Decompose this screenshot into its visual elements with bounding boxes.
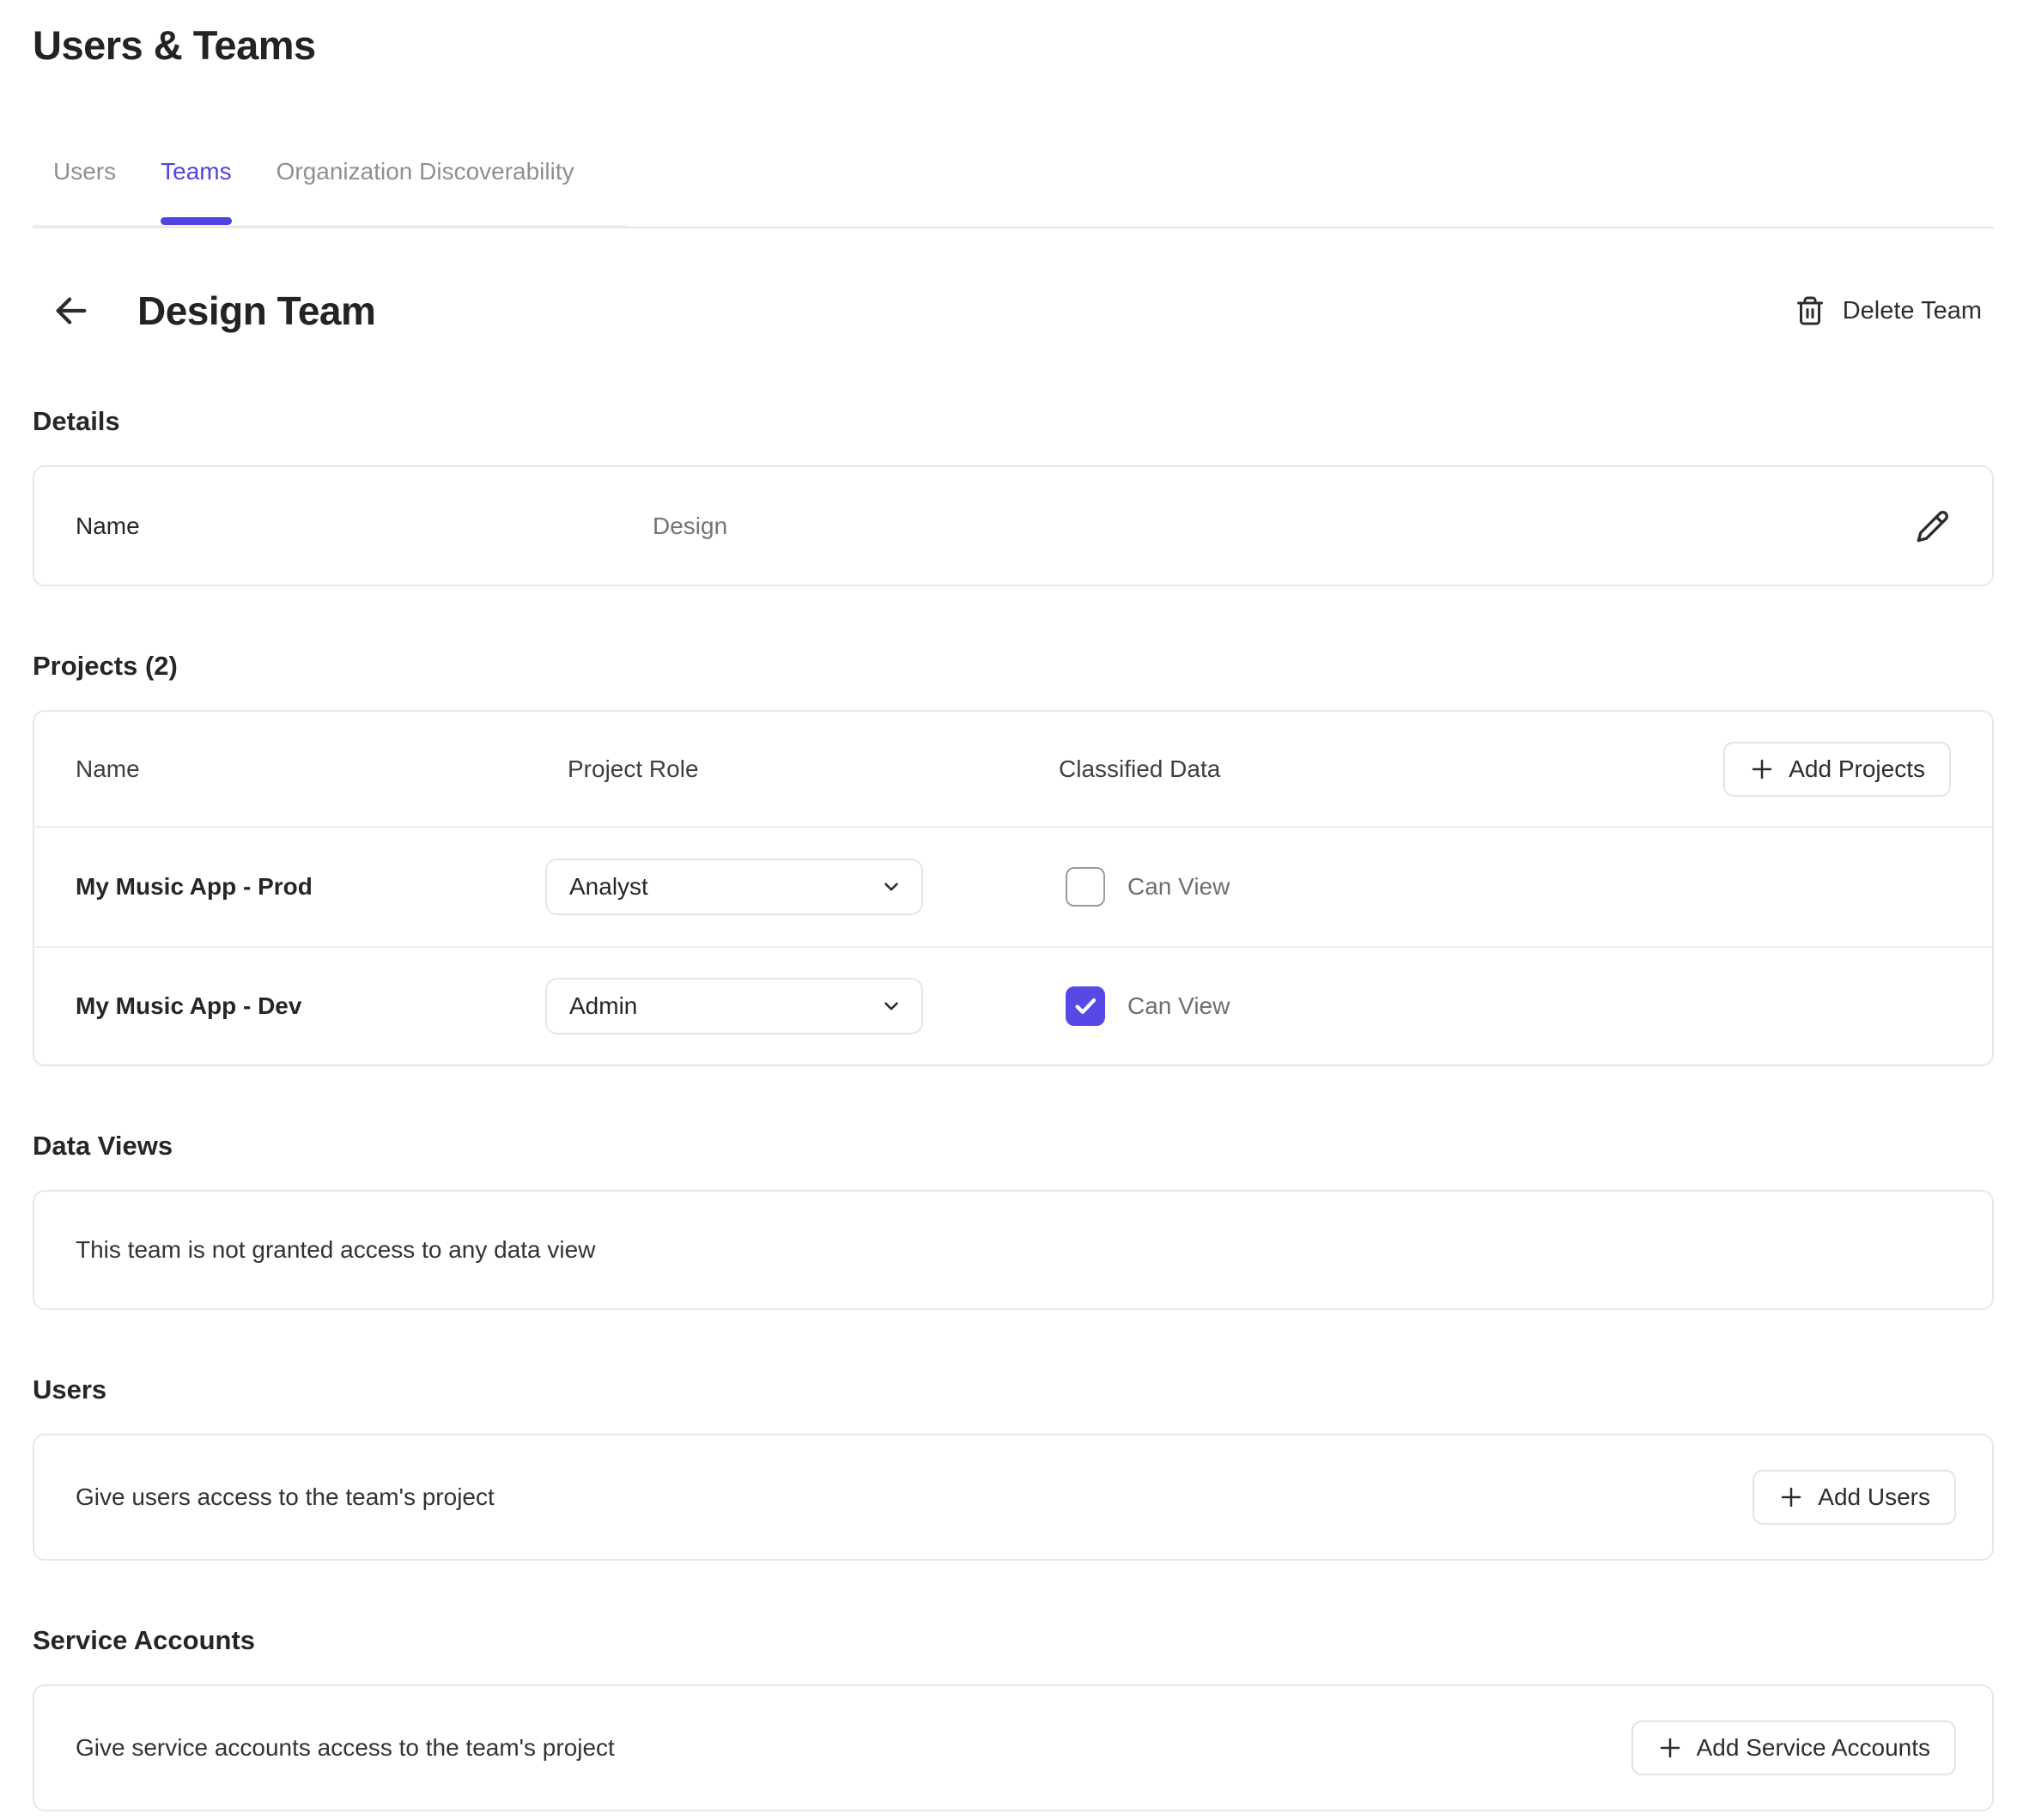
tab-organization-discoverability[interactable]: Organization Discoverability	[276, 155, 574, 228]
can-view-checkbox[interactable]	[1066, 867, 1105, 907]
plus-icon	[1778, 1484, 1804, 1510]
users-teams-page: Users & Teams Users Teams Organization D…	[0, 0, 2023, 1820]
service-accounts-heading: Service Accounts	[33, 1623, 1994, 1659]
add-projects-label: Add Projects	[1789, 755, 1925, 783]
users-empty-text: Give users access to the team's project	[76, 1483, 495, 1511]
plus-icon	[1749, 756, 1775, 782]
chevron-down-icon	[880, 876, 902, 898]
data-views-heading: Data Views	[33, 1128, 1994, 1164]
projects-heading: Projects (2)	[33, 648, 1994, 684]
pencil-icon	[1916, 509, 1950, 543]
can-view-label: Can View	[1127, 992, 1230, 1020]
details-heading: Details	[33, 403, 1994, 440]
add-users-button[interactable]: Add Users	[1753, 1470, 1956, 1525]
service-accounts-card: Give service accounts access to the team…	[33, 1684, 1994, 1811]
delete-team-label: Delete Team	[1843, 297, 1982, 325]
add-service-accounts-label: Add Service Accounts	[1697, 1734, 1930, 1762]
add-service-accounts-button[interactable]: Add Service Accounts	[1631, 1720, 1956, 1775]
project-role-select[interactable]: Admin	[545, 978, 923, 1034]
users-heading: Users	[33, 1372, 1994, 1408]
project-name: My Music App - Dev	[76, 992, 545, 1020]
name-value: Design	[653, 513, 727, 540]
delete-team-button[interactable]: Delete Team	[1795, 295, 1982, 326]
column-header-project-role: Project Role	[545, 755, 1059, 783]
projects-table-header: Name Project Role Classified Data Add Pr…	[34, 712, 1992, 828]
details-card: Name Design	[33, 465, 1994, 586]
name-label: Name	[76, 513, 653, 540]
add-projects-button[interactable]: Add Projects	[1723, 742, 1951, 797]
project-name: My Music App - Prod	[76, 873, 545, 901]
tab-bar: Users Teams Organization Discoverability	[33, 155, 1994, 228]
project-role-value: Admin	[569, 992, 637, 1020]
service-accounts-empty-text: Give service accounts access to the team…	[76, 1734, 615, 1762]
can-view-checkbox[interactable]	[1066, 986, 1105, 1026]
data-views-empty-text: This team is not granted access to any d…	[76, 1236, 595, 1264]
project-role-value: Analyst	[569, 873, 648, 901]
chevron-down-icon	[880, 995, 902, 1017]
edit-name-button[interactable]	[1911, 505, 1954, 548]
project-role-select[interactable]: Analyst	[545, 858, 923, 915]
tab-users[interactable]: Users	[53, 155, 116, 228]
table-row: My Music App - Prod Analyst	[34, 828, 1992, 946]
users-card: Give users access to the team's project …	[33, 1434, 1994, 1561]
data-views-card: This team is not granted access to any d…	[33, 1190, 1994, 1310]
team-title: Design Team	[137, 288, 375, 334]
back-button[interactable]	[50, 289, 93, 332]
check-icon	[1072, 874, 1098, 900]
column-header-classified-data: Classified Data	[1059, 755, 1723, 783]
projects-table: Name Project Role Classified Data Add Pr…	[33, 710, 1994, 1066]
trash-icon	[1795, 295, 1826, 326]
team-header: Design Team Delete Team	[33, 280, 1994, 342]
add-users-label: Add Users	[1818, 1483, 1930, 1511]
page-divider	[33, 227, 1994, 228]
table-row: My Music App - Dev Admin	[34, 946, 1992, 1065]
check-icon	[1072, 993, 1098, 1019]
column-header-name: Name	[76, 755, 545, 783]
tab-teams[interactable]: Teams	[161, 155, 231, 228]
arrow-left-icon	[52, 291, 91, 331]
page-title: Users & Teams	[33, 19, 1994, 72]
plus-icon	[1657, 1735, 1683, 1761]
can-view-label: Can View	[1127, 873, 1230, 901]
